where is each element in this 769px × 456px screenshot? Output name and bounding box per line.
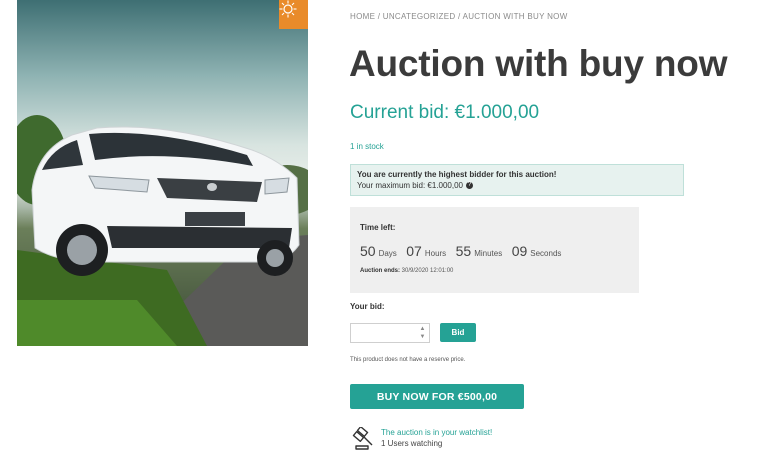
stock-status: 1 in stock	[350, 142, 384, 151]
car-photo	[17, 115, 308, 346]
current-bid: Current bid: €1.000,00	[350, 102, 540, 123]
countdown: 50 Days 07 Hours 55 Minutes 09 Seconds	[360, 243, 629, 261]
countdown-days: 50	[360, 243, 376, 259]
breadcrumb-separator: /	[455, 12, 463, 21]
countdown-hours-unit: Hours	[424, 249, 447, 258]
bid-button[interactable]: Bid	[440, 323, 476, 342]
buy-now-button[interactable]: BUY NOW FOR €500,00	[350, 384, 524, 409]
gavel-icon[interactable]	[352, 425, 378, 451]
auction-ends-value: 30/9/2020 12:01:00	[401, 268, 454, 274]
countdown-minutes: 55	[455, 243, 472, 259]
auction-ends-label: Auction ends:	[360, 268, 400, 274]
breadcrumb-home-link[interactable]: Home	[350, 12, 375, 21]
max-bid-text: Your maximum bid: €1.000,00	[357, 181, 463, 190]
highest-bidder-notice: You are currently the highest bidder for…	[350, 164, 684, 196]
reserve-price-note: This product does not have a reserve pri…	[350, 357, 466, 363]
countdown-minutes-unit: Minutes	[474, 249, 503, 258]
auction-ends: Auction ends: 30/9/2020 12:01:00	[360, 268, 629, 274]
countdown-hours: 07	[406, 243, 422, 259]
countdown-box: Time left: 50 Days 07 Hours 55 Minutes 09 Se…	[350, 207, 639, 293]
countdown-seconds: 09	[511, 243, 528, 259]
product-title: Auction with buy now	[349, 43, 728, 84]
countdown-seconds-unit: Seconds	[530, 249, 562, 258]
question-icon[interactable]: ?	[466, 182, 473, 190]
watchlist-message[interactable]: The auction is in your watchlist!	[381, 428, 492, 437]
zoom-button[interactable]	[279, 0, 308, 29]
breadcrumb-separator: /	[375, 12, 383, 21]
breadcrumb-category-link[interactable]: Uncategorized	[383, 12, 456, 21]
time-left-label: Time left:	[360, 223, 396, 232]
bid-amount-input[interactable]: ▲ ▼	[350, 323, 430, 343]
product-image[interactable]	[17, 0, 308, 346]
chevron-down-icon[interactable]: ▼	[420, 334, 426, 340]
watchers-count: 1 Users watching	[381, 439, 443, 448]
countdown-days-unit: Days	[378, 249, 397, 258]
your-bid-label: Your bid:	[350, 302, 385, 311]
breadcrumb-current: Auction with buy now	[462, 12, 568, 21]
chevron-up-icon[interactable]: ▲	[420, 326, 426, 332]
bid-stepper[interactable]: ▲ ▼	[418, 326, 427, 340]
notice-headline: You are currently the highest bidder for…	[357, 170, 557, 179]
breadcrumb: Home / Uncategorized / Auction with buy …	[350, 12, 568, 21]
